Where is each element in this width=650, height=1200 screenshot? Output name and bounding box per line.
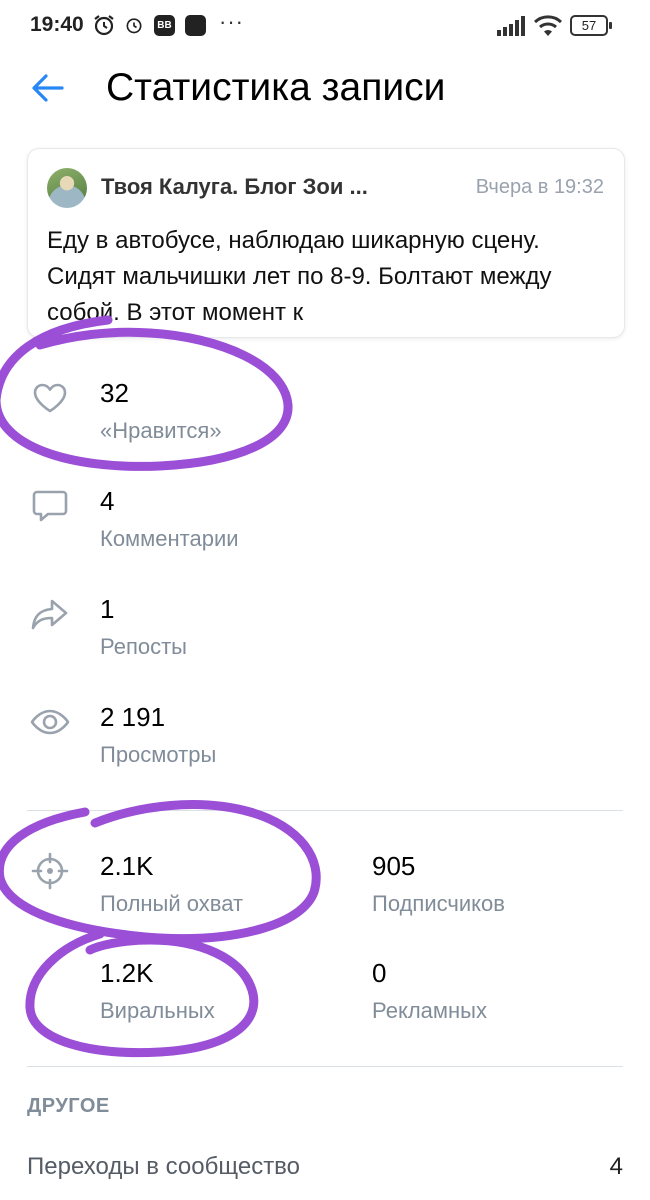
likes-value: 32 xyxy=(100,378,129,408)
back-arrow-icon[interactable] xyxy=(30,70,66,106)
vk-badge-icon: BB xyxy=(154,15,175,36)
post-author[interactable]: Твоя Калуга. Блог Зои ... xyxy=(101,174,368,200)
post-card[interactable]: Твоя Калуга. Блог Зои ... Вчера в 19:32 … xyxy=(27,148,625,338)
app-square-icon xyxy=(185,15,206,36)
alarm-off-icon xyxy=(126,18,142,34)
alarm-icon xyxy=(94,15,114,36)
total-reach-value: 2.1K xyxy=(100,851,154,881)
views-stat[interactable]: 2 191 Просмотры xyxy=(0,702,650,782)
reposts-label: Репосты xyxy=(100,634,187,659)
status-bar: 19:40 BB ··· 57 xyxy=(0,0,650,52)
comment-icon xyxy=(32,490,68,522)
more-notifications-icon: ··· xyxy=(219,9,244,34)
subscribers-label: Подписчиков xyxy=(372,891,505,916)
views-value: 2 191 xyxy=(100,702,166,732)
eye-icon xyxy=(30,709,70,735)
divider xyxy=(27,810,623,811)
subscribers-value: 905 xyxy=(372,851,416,881)
reposts-stat[interactable]: 1 Репосты xyxy=(0,594,650,674)
status-time: 19:40 xyxy=(30,13,84,36)
post-time: Вчера в 19:32 xyxy=(475,176,604,198)
community-transitions-value: 4 xyxy=(609,1153,623,1180)
likes-stat[interactable]: 32 «Нравится» xyxy=(0,378,650,458)
ads-label: Рекламных xyxy=(372,998,487,1023)
section-title-other: ДРУГОЕ xyxy=(27,1095,110,1117)
views-label: Просмотры xyxy=(100,742,217,767)
viral-label: Виральных xyxy=(100,998,215,1023)
signal-icon xyxy=(497,16,525,36)
share-icon xyxy=(31,599,68,630)
reach-stat[interactable]: 2.1K Полный охват 905 Подписчиков xyxy=(0,851,650,931)
page-title: Статистика записи xyxy=(106,66,446,109)
battery-icon: 57 xyxy=(570,15,612,36)
avatar[interactable] xyxy=(47,168,87,208)
reach-breakdown: 1.2K Виральных 0 Рекламных xyxy=(0,958,650,1038)
comments-stat[interactable]: 4 Комментарии xyxy=(0,486,650,566)
comments-value: 4 xyxy=(100,486,115,516)
heart-icon xyxy=(33,383,67,413)
post-text: Еду в автобусе, наблюдаю шикарную сцену.… xyxy=(47,227,552,326)
reposts-value: 1 xyxy=(100,594,115,624)
viral-value: 1.2K xyxy=(100,958,154,988)
community-transitions-label: Переходы в сообщество xyxy=(27,1153,301,1180)
wifi-icon xyxy=(533,15,563,36)
divider xyxy=(27,1066,623,1067)
comments-label: Комментарии xyxy=(100,526,239,551)
target-icon xyxy=(31,852,69,890)
total-reach-label: Полный охват xyxy=(100,891,244,916)
likes-label: «Нравится» xyxy=(100,418,222,443)
ads-value: 0 xyxy=(372,958,387,988)
